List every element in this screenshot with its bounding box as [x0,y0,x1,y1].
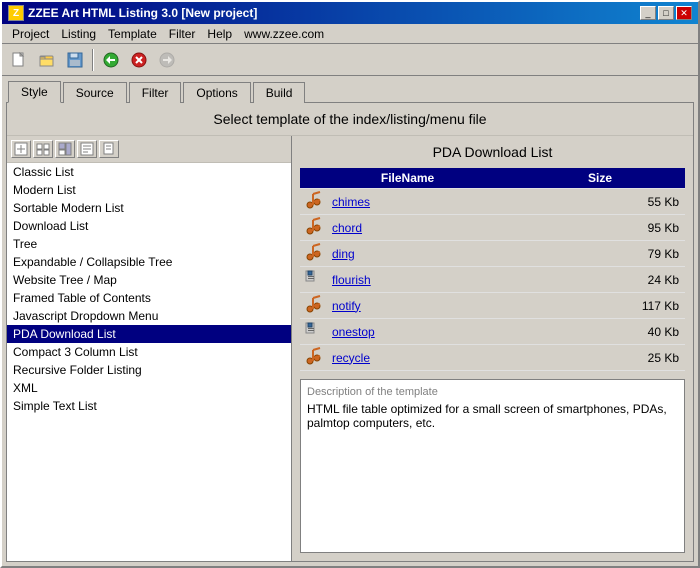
description-text: HTML file table optimized for a small sc… [307,402,678,430]
menu-listing[interactable]: Listing [55,26,102,42]
col-header-size: Size [515,168,685,189]
tab-filter[interactable]: Filter [129,82,182,103]
lt-btn-2[interactable] [33,140,53,158]
template-list: Classic ListModern ListSortable Modern L… [7,163,291,561]
tab-content: Select template of the index/listing/men… [6,102,694,562]
tab-source[interactable]: Source [63,82,127,103]
file-name[interactable]: recycle [326,345,515,371]
file-name[interactable]: onestop [326,319,515,345]
titlebar-controls: _ □ ✕ [640,6,692,20]
stop-button[interactable] [126,48,152,72]
file-name[interactable]: chord [326,215,515,241]
file-icon [304,198,322,212]
file-icon [304,328,322,342]
lt-btn-3[interactable] [55,140,75,158]
file-size: 95 Kb [515,215,685,241]
close-button[interactable]: ✕ [676,6,692,20]
list-item[interactable]: Recursive Folder Listing [7,361,291,379]
content-header: Select template of the index/listing/men… [7,103,693,136]
titlebar-left: Z ZZEE Art HTML Listing 3.0 [New project… [8,5,257,21]
file-icon [304,224,322,238]
list-item[interactable]: Javascript Dropdown Menu [7,307,291,325]
toolbar [2,44,698,76]
file-size: 79 Kb [515,241,685,267]
new-button[interactable] [6,48,32,72]
file-icon [304,302,322,316]
file-size: 55 Kb [515,189,685,215]
col-header-filename: FileName [300,168,515,189]
forward-button[interactable] [154,48,180,72]
file-name[interactable]: notify [326,293,515,319]
table-row: chimes 55 Kb [300,189,685,215]
file-icon [304,276,322,290]
table-row: chord 95 Kb [300,215,685,241]
window-title: ZZEE Art HTML Listing 3.0 [New project] [28,6,257,20]
titlebar: Z ZZEE Art HTML Listing 3.0 [New project… [2,2,698,24]
file-size: 25 Kb [515,345,685,371]
list-item[interactable]: Website Tree / Map [7,271,291,289]
menu-template[interactable]: Template [102,26,163,42]
list-item[interactable]: Modern List [7,181,291,199]
lt-btn-4[interactable] [77,140,97,158]
back-button[interactable] [98,48,124,72]
lt-btn-5[interactable] [99,140,119,158]
main-window: Z ZZEE Art HTML Listing 3.0 [New project… [0,0,700,568]
menu-website[interactable]: www.zzee.com [238,26,330,42]
tabs: Style Source Filter Options Build [2,76,698,102]
menubar: Project Listing Template Filter Help www… [2,24,698,44]
app-icon: Z [8,5,24,21]
list-item[interactable]: XML [7,379,291,397]
list-item[interactable]: Simple Text List [7,397,291,415]
left-toolbar [7,136,291,163]
list-item[interactable]: PDA Download List [7,325,291,343]
list-item[interactable]: Sortable Modern List [7,199,291,217]
table-row: onestop 40 Kb [300,319,685,345]
list-item[interactable]: Framed Table of Contents [7,289,291,307]
table-row: flourish 24 Kb [300,267,685,293]
save-button[interactable] [62,48,88,72]
preview-table: FileName Size chimes 55 Kb [300,168,685,371]
table-row: recycle 25 Kb [300,345,685,371]
list-item[interactable]: Download List [7,217,291,235]
file-icon [304,250,322,264]
table-row: notify 117 Kb [300,293,685,319]
file-name[interactable]: chimes [326,189,515,215]
description-title: Description of the template [307,386,678,398]
lt-btn-1[interactable] [11,140,31,158]
tab-options[interactable]: Options [183,82,250,103]
open-button[interactable] [34,48,60,72]
menu-filter[interactable]: Filter [163,26,202,42]
main-area: Classic ListModern ListSortable Modern L… [7,136,693,561]
file-size: 40 Kb [515,319,685,345]
menu-help[interactable]: Help [201,26,238,42]
file-size: 117 Kb [515,293,685,319]
toolbar-separator-1 [92,49,94,71]
file-name[interactable]: ding [326,241,515,267]
left-panel: Classic ListModern ListSortable Modern L… [7,136,292,561]
maximize-button[interactable]: □ [658,6,674,20]
right-panel: PDA Download List FileName Size [292,136,693,561]
list-item[interactable]: Tree [7,235,291,253]
list-item[interactable]: Expandable / Collapsible Tree [7,253,291,271]
file-size: 24 Kb [515,267,685,293]
description-box: Description of the template HTML file ta… [300,379,685,553]
file-icon [304,354,322,368]
tab-style[interactable]: Style [8,81,61,103]
table-row: ding 79 Kb [300,241,685,267]
list-item[interactable]: Classic List [7,163,291,181]
list-item[interactable]: Compact 3 Column List [7,343,291,361]
file-name[interactable]: flourish [326,267,515,293]
minimize-button[interactable]: _ [640,6,656,20]
menu-project[interactable]: Project [6,26,55,42]
tab-build[interactable]: Build [253,82,306,103]
preview-title: PDA Download List [300,144,685,160]
